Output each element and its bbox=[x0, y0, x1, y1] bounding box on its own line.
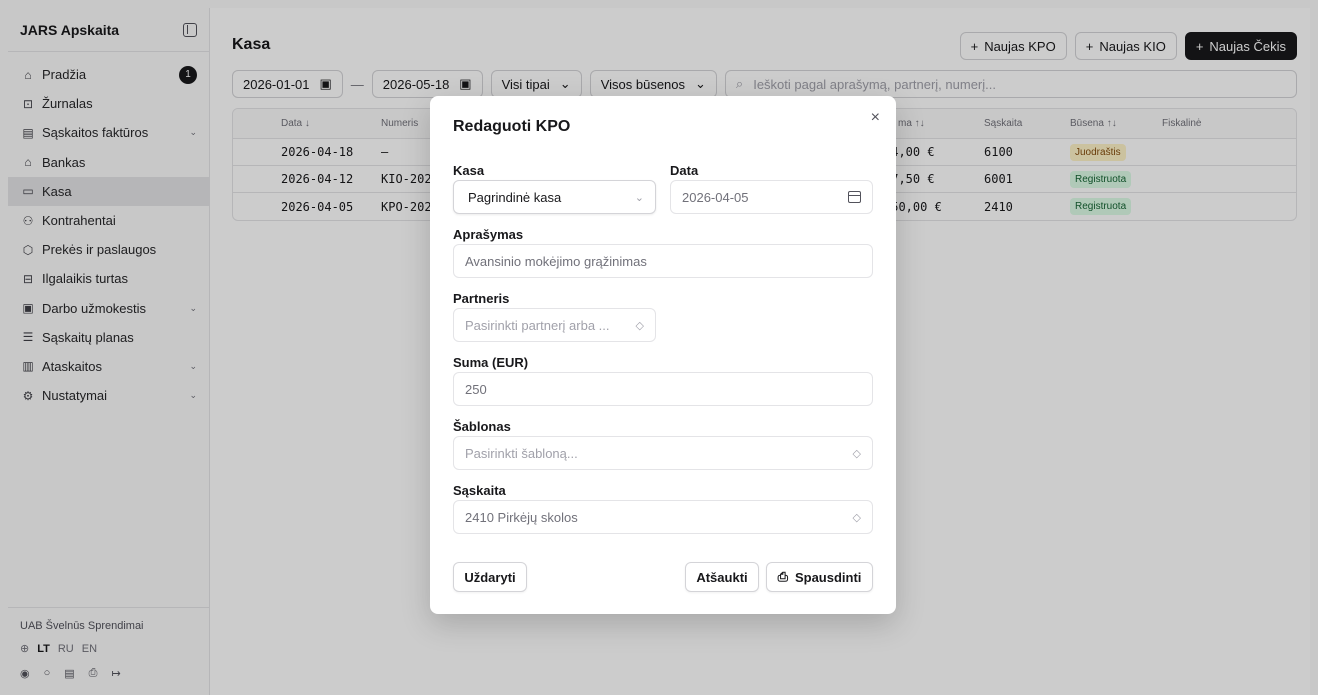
partner-placeholder: Pasirinkti partnerį arba ... bbox=[465, 317, 610, 333]
date-input-value: 2026-04-05 bbox=[682, 189, 749, 205]
app-root: JARS Apskaita ⌂ Pradžia 1 ⊡ Žurnalas ▤ Sąskait… bbox=[0, 0, 1318, 695]
calendar-icon[interactable] bbox=[848, 191, 861, 203]
partner-combobox[interactable]: Pasirinkti partnerį arba ... ◇ bbox=[453, 308, 656, 342]
description-input[interactable]: Avansinio mokėjimo grąžinimas bbox=[453, 244, 873, 278]
chevrons-up-down-icon: ◇ bbox=[635, 319, 644, 332]
date-label: Data bbox=[670, 163, 699, 178]
printer-icon: ⎙ bbox=[777, 569, 788, 584]
kasa-label: Kasa bbox=[453, 163, 485, 178]
dialog-title: Redaguoti KPO bbox=[453, 118, 571, 135]
kasa-select[interactable]: Pagrindinė kasa ⌄ bbox=[453, 180, 656, 214]
partner-label: Partneris bbox=[453, 291, 510, 306]
close-dialog-button[interactable]: Uždaryti bbox=[453, 562, 527, 592]
cancel-button[interactable]: Atšaukti bbox=[685, 562, 759, 592]
edit-kpo-dialog: Redaguoti KPO × Kasa Pagrindinė kasa ⌄ D… bbox=[430, 96, 896, 614]
chevrons-up-down-icon: ◇ bbox=[852, 511, 861, 524]
account-value: 2410 Pirkėjų skolos bbox=[465, 509, 578, 525]
sum-label: Suma (EUR) bbox=[453, 355, 529, 370]
close-icon[interactable]: × bbox=[871, 109, 880, 127]
description-label: Aprašymas bbox=[453, 227, 524, 242]
print-button[interactable]: ⎙ Spausdinti bbox=[766, 562, 873, 592]
sum-input[interactable]: 250 bbox=[453, 372, 873, 406]
template-label: Šablonas bbox=[453, 419, 511, 434]
template-combobox[interactable]: Pasirinkti šabloną... ◇ bbox=[453, 436, 873, 470]
account-label: Sąskaita bbox=[453, 483, 506, 498]
template-placeholder: Pasirinkti šabloną... bbox=[465, 445, 578, 461]
chevron-down-icon: ⌄ bbox=[634, 191, 644, 204]
print-button-label: Spausdinti bbox=[794, 569, 862, 585]
account-combobox[interactable]: 2410 Pirkėjų skolos ◇ bbox=[453, 500, 873, 534]
sum-value: 250 bbox=[465, 381, 487, 397]
date-input[interactable]: 2026-04-05 bbox=[670, 180, 873, 214]
chevrons-up-down-icon: ◇ bbox=[852, 447, 861, 460]
description-value: Avansinio mokėjimo grąžinimas bbox=[465, 253, 647, 269]
kasa-select-value: Pagrindinė kasa bbox=[468, 189, 562, 205]
